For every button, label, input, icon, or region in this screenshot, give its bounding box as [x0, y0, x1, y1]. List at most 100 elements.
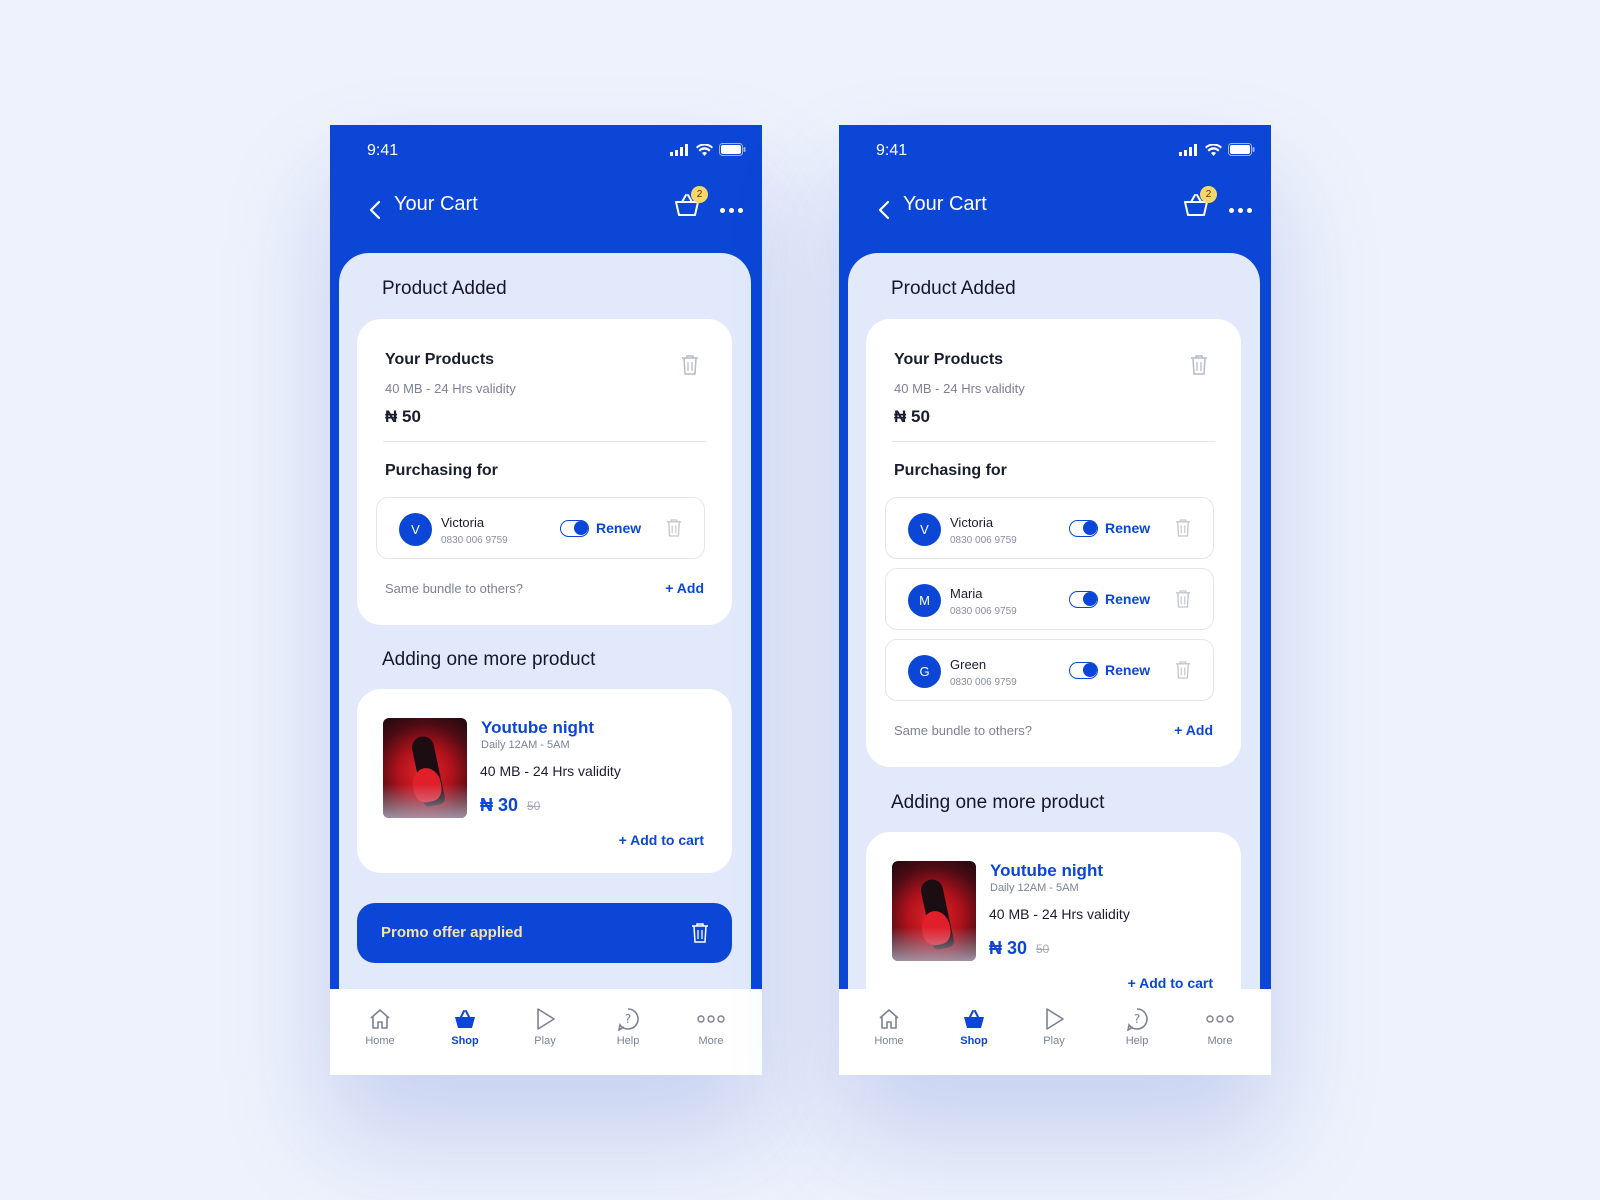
section-title-product-added: Product Added	[891, 278, 1016, 299]
toggle-knob	[1083, 521, 1097, 535]
remove-recipient-button[interactable]	[666, 518, 686, 540]
tab-shop[interactable]: Shop	[944, 1007, 1004, 1047]
tab-home[interactable]: Home	[859, 1007, 919, 1047]
renew-toggle[interactable]	[1069, 520, 1098, 537]
trash-icon	[1175, 590, 1191, 608]
tab-home[interactable]: Home	[350, 1007, 410, 1047]
remove-recipient-button[interactable]	[1175, 660, 1195, 682]
back-button[interactable]	[360, 195, 390, 225]
renew-toggle[interactable]	[1069, 662, 1098, 679]
tab-more[interactable]: More	[1190, 1007, 1250, 1047]
help-icon: ?	[1126, 1008, 1148, 1031]
offer-card: Youtube night Daily 12AM - 5AM 40 MB - 2…	[866, 832, 1241, 1013]
your-products-title: Your Products	[385, 351, 495, 368]
purchasing-for-title: Purchasing for	[894, 462, 1007, 479]
status-bar: 9:41	[839, 125, 1271, 177]
back-button[interactable]	[869, 195, 899, 225]
dot-icon	[719, 207, 725, 213]
more-options-button[interactable]	[716, 195, 746, 225]
status-time: 9:41	[876, 142, 908, 159]
tab-label: Shop	[451, 1035, 479, 1047]
battery-icon	[1228, 143, 1255, 156]
battery-icon	[719, 143, 746, 156]
trash-icon	[666, 519, 682, 537]
chevron-left-icon	[878, 200, 890, 220]
recipient-phone: 0830 006 9759	[441, 535, 508, 546]
purchasing-for-title: Purchasing for	[385, 462, 498, 479]
delete-product-button[interactable]	[1190, 354, 1210, 376]
section-title-more-product: Adding one more product	[382, 649, 596, 670]
same-bundle-text: Same bundle to others?	[894, 723, 1033, 738]
tab-help[interactable]: ? Help	[1107, 1007, 1167, 1047]
recipient-name: Victoria	[441, 515, 485, 530]
recipient-row: V Victoria 0830 006 9759 Renew	[885, 497, 1214, 559]
signal-icon	[670, 143, 688, 156]
renew-label[interactable]: Renew	[1105, 520, 1150, 536]
offer-image	[383, 718, 467, 818]
tab-help[interactable]: ? Help	[598, 1007, 658, 1047]
dot-icon	[1237, 207, 1243, 213]
avatar: M	[908, 584, 941, 617]
offer-name[interactable]: Youtube night	[481, 718, 594, 738]
offer-description: 40 MB - 24 Hrs validity	[989, 906, 1130, 922]
product-validity: 40 MB - 24 Hrs validity	[894, 381, 1025, 396]
wifi-icon	[1205, 143, 1222, 156]
play-icon	[1046, 1008, 1064, 1030]
avatar: G	[908, 655, 941, 688]
svg-text:?: ?	[1134, 1012, 1140, 1026]
tab-shop[interactable]: Shop	[435, 1007, 495, 1047]
trash-icon	[692, 923, 708, 943]
dot-icon	[737, 207, 743, 213]
delete-product-button[interactable]	[681, 354, 701, 376]
help-icon: ?	[617, 1008, 639, 1031]
offer-name[interactable]: Youtube night	[990, 861, 1103, 881]
more-options-button[interactable]	[1225, 195, 1255, 225]
remove-promo-button[interactable]	[691, 922, 709, 944]
recipient-name: Victoria	[950, 515, 994, 530]
offer-old-price: 50	[527, 799, 541, 813]
tab-label: Help	[1125, 1035, 1149, 1047]
offer-price: ₦ 30	[480, 795, 519, 815]
add-recipient-link[interactable]: + Add	[1174, 722, 1213, 738]
avatar: V	[399, 513, 432, 546]
renew-label[interactable]: Renew	[1105, 591, 1150, 607]
renew-toggle[interactable]	[560, 520, 589, 537]
trash-icon	[682, 355, 698, 375]
status-bar: 9:41	[330, 125, 762, 177]
tab-label: Play	[1043, 1035, 1065, 1047]
tab-label: Help	[616, 1035, 640, 1047]
divider	[383, 441, 706, 442]
add-to-cart-link[interactable]: + Add to cart	[619, 832, 704, 848]
renew-label[interactable]: Renew	[1105, 662, 1150, 678]
cart-button[interactable]: 2	[673, 186, 708, 219]
tab-play[interactable]: Play	[515, 1007, 575, 1047]
section-title-more-product: Adding one more product	[891, 792, 1105, 813]
avatar: V	[908, 513, 941, 546]
remove-recipient-button[interactable]	[1175, 589, 1195, 611]
recipient-phone: 0830 006 9759	[950, 677, 1017, 688]
trash-icon	[1175, 661, 1191, 679]
offer-description: 40 MB - 24 Hrs validity	[480, 763, 621, 779]
home-icon	[879, 1009, 899, 1029]
remove-recipient-button[interactable]	[1175, 518, 1195, 540]
trash-icon	[1175, 519, 1191, 537]
chevron-left-icon	[369, 200, 381, 220]
cart-count-badge: 2	[1200, 186, 1217, 203]
tab-more[interactable]: More	[681, 1007, 741, 1047]
tab-label: Play	[534, 1035, 556, 1047]
recipient-phone: 0830 006 9759	[950, 535, 1017, 546]
recipient-row: V Victoria 0830 006 9759 Renew	[376, 497, 705, 559]
add-recipient-link[interactable]: + Add	[665, 580, 704, 596]
signal-icon	[1179, 143, 1197, 156]
cart-sheet: Product Added Your Products 40 MB - 24 H…	[848, 253, 1260, 1013]
renew-label[interactable]: Renew	[596, 520, 641, 536]
offer-price: ₦ 30	[989, 938, 1028, 958]
tab-play[interactable]: Play	[1024, 1007, 1084, 1047]
renew-toggle[interactable]	[1069, 591, 1098, 608]
same-bundle-text: Same bundle to others?	[385, 581, 524, 596]
tab-label: More	[1207, 1035, 1233, 1047]
dot-icon	[1246, 207, 1252, 213]
cart-button[interactable]: 2	[1182, 186, 1217, 219]
phone-screen-cart-single: 9:41 Your Cart 2 Product Added Your Prod…	[330, 125, 762, 1075]
your-products-title: Your Products	[894, 351, 1004, 368]
